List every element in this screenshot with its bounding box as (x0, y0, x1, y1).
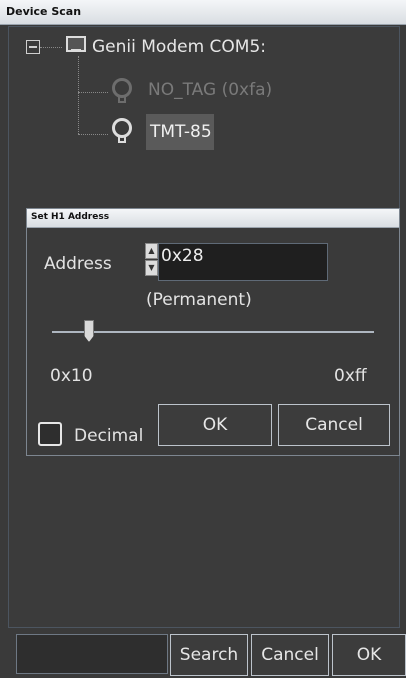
dialog-title-bar: Set H1 Address (27, 209, 399, 228)
dialog-ok-button[interactable]: OK (158, 404, 272, 446)
spin-down-icon[interactable]: ▼ (145, 260, 158, 276)
address-label: Address (44, 254, 112, 274)
search-input[interactable] (16, 634, 168, 674)
permanent-label: (Permanent) (146, 290, 252, 310)
tree-item-tmt-85[interactable]: TMT-85 (150, 122, 212, 142)
tree-root-label[interactable]: Genii Modem COM5: (92, 37, 266, 57)
search-button[interactable]: Search (170, 634, 248, 676)
device-bulb-icon (112, 78, 132, 104)
address-slider-track[interactable] (52, 331, 374, 333)
device-bulb-icon (112, 118, 132, 144)
collapse-icon[interactable] (26, 40, 40, 54)
tree-connector (78, 134, 108, 135)
dialog-cancel-button[interactable]: Cancel (278, 404, 390, 446)
address-spinner[interactable]: ▲ ▼ (145, 243, 158, 277)
slider-min-label: 0x10 (50, 366, 93, 386)
address-input[interactable]: 0x28 (158, 243, 328, 281)
tree-item-no-tag[interactable]: NO_TAG (0xfa) (148, 80, 272, 100)
slider-max-label: 0xff (334, 366, 367, 386)
window-title: Device Scan (6, 5, 82, 18)
tree-connector (78, 92, 108, 93)
tree-connector (40, 47, 62, 48)
footer-cancel-button[interactable]: Cancel (251, 634, 329, 676)
window-title-bar: Device Scan (0, 0, 406, 25)
footer-ok-button[interactable]: OK (332, 634, 406, 676)
decimal-label: Decimal (74, 426, 144, 446)
decimal-checkbox[interactable] (38, 422, 62, 446)
tree-connector (78, 56, 79, 134)
computer-monitor-icon (66, 36, 86, 52)
dialog-title: Set H1 Address (31, 212, 110, 222)
spin-up-icon[interactable]: ▲ (145, 243, 158, 259)
